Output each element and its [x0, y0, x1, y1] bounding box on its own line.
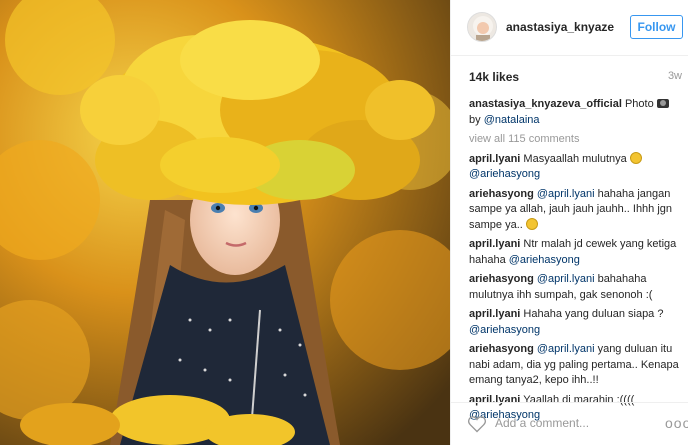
caption-by: by	[469, 113, 481, 126]
photo-image	[0, 0, 450, 445]
more-options-icon[interactable]: ooo	[665, 415, 688, 431]
comment-mention[interactable]: @april.lyani	[537, 188, 595, 200]
comment-text: Masyaallah mulutnya	[523, 152, 630, 165]
comment-username[interactable]: april.lyani	[469, 153, 520, 165]
caption-username[interactable]: anastasiya_knyazeva_official	[469, 98, 622, 110]
add-comment-input[interactable]: Add a comment...	[495, 416, 589, 430]
likes-count[interactable]: 14k likes	[469, 70, 519, 84]
post-photo[interactable]	[0, 0, 450, 445]
post-details-panel: anastasiya_knyazev... Follow 14k likes 3…	[450, 0, 688, 445]
avatar[interactable]	[467, 12, 497, 42]
post-age[interactable]: 3w	[668, 70, 682, 82]
comment-text: Hahaha yang duluan siapa ?	[523, 308, 664, 320]
comment-username[interactable]: ariehasyong	[469, 343, 534, 355]
comment-username[interactable]: ariehasyong	[469, 188, 534, 200]
follow-button[interactable]: Follow	[630, 15, 683, 39]
heart-icon[interactable]	[467, 414, 487, 434]
username-link[interactable]: anastasiya_knyazev...	[506, 20, 614, 34]
emoji-icon	[525, 217, 538, 230]
comments-list: anastasiya_knyazeva_official Photo by @n…	[469, 97, 679, 428]
emoji-icon	[629, 151, 642, 164]
caption-mention[interactable]: @natalaina	[484, 114, 540, 126]
caption: anastasiya_knyazeva_official Photo by @n…	[469, 97, 679, 128]
comment-mention[interactable]: @ariehasyong	[509, 254, 580, 266]
comment-item: april.lyani Hahaha yang duluan siapa ? @…	[469, 307, 679, 338]
comment-item: ariehasyong @april.lyani yang duluan itu…	[469, 342, 679, 389]
comment-mention[interactable]: @april.lyani	[537, 273, 595, 285]
comment-username[interactable]: april.lyani	[469, 308, 520, 320]
comment-item: april.lyani Masyaallah mulutnya @ariehas…	[469, 151, 679, 183]
comment-mention[interactable]: @ariehasyong	[469, 324, 540, 336]
comment-mention[interactable]: @april.lyani	[537, 343, 595, 355]
view-all-comments-link[interactable]: view all 115 comments	[469, 132, 679, 148]
caption-text: Photo	[624, 98, 654, 110]
comment-item: ariehasyong @april.lyani hahaha jangan s…	[469, 187, 679, 234]
comment-item: april.lyani Ntr malah jd cewek yang keti…	[469, 237, 679, 268]
comment-footer: Add a comment... ooo	[451, 402, 688, 445]
comment-mention[interactable]: @ariehasyong	[469, 168, 540, 180]
comment-item: ariehasyong @april.lyani bahahaha mulutn…	[469, 272, 679, 303]
comment-username[interactable]: ariehasyong	[469, 273, 534, 285]
camera-icon	[656, 99, 669, 108]
avatar-image	[468, 13, 496, 41]
comment-username[interactable]: april.lyani	[469, 238, 520, 250]
post-header: anastasiya_knyazev... Follow	[451, 0, 688, 56]
comment-rows: april.lyani Masyaallah mulutnya @ariehas…	[469, 151, 679, 424]
